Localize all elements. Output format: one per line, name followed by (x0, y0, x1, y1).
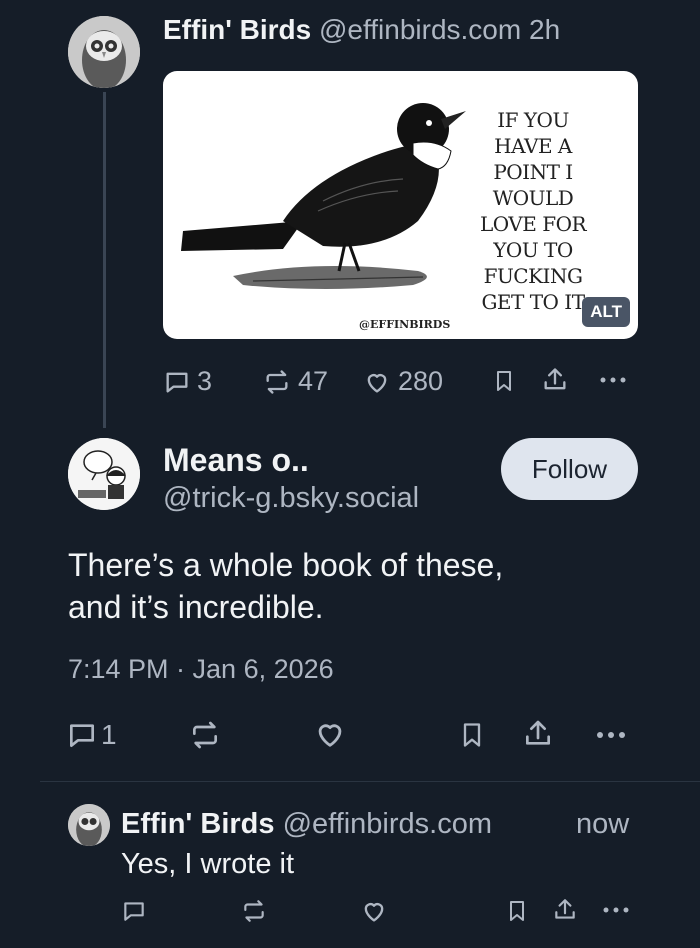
heart-icon (318, 724, 342, 747)
reply-button[interactable] (121, 898, 147, 924)
post-header: Effin' Birds @effinbirds.com (121, 808, 492, 841)
author-handle[interactable]: @trick-g.bsky.social (163, 482, 419, 515)
more-button[interactable] (598, 368, 628, 392)
post-body: There’s a whole book of these, and it’s … (68, 544, 503, 628)
author-name[interactable]: Effin' Birds (163, 14, 311, 45)
post-time: 2h (529, 14, 561, 45)
author-avatar[interactable] (68, 16, 140, 88)
repost-icon (244, 900, 264, 922)
repost-button[interactable] (240, 898, 268, 924)
share-icon (544, 368, 566, 390)
more-button[interactable] (601, 900, 631, 920)
repost-icon (193, 721, 217, 749)
reply-icon (166, 372, 188, 392)
share-icon (526, 720, 550, 745)
reply-button[interactable]: 3 (163, 366, 212, 397)
bookmark-button[interactable] (458, 719, 486, 751)
author-handle[interactable]: @effinbirds.com (319, 14, 521, 45)
reply-icon (124, 902, 144, 921)
owl-avatar-icon (68, 16, 140, 88)
bookmark-icon (463, 723, 481, 747)
share-button[interactable] (522, 718, 554, 750)
repost-count: 47 (298, 366, 329, 396)
bookmark-icon (497, 371, 511, 391)
repost-button[interactable] (188, 719, 222, 751)
share-button[interactable] (552, 897, 578, 923)
post-header: Effin' Birds @effinbirds.com 2h (163, 14, 560, 46)
heart-icon (367, 373, 387, 392)
author-avatar[interactable] (68, 804, 110, 846)
thread-line (103, 92, 106, 428)
owl-avatar-icon (68, 804, 110, 846)
bookmark-button[interactable] (505, 898, 529, 924)
image-watermark: @EFFINBIRDS (359, 318, 451, 331)
author-avatar[interactable] (68, 438, 140, 510)
reply-count: 1 (101, 719, 117, 750)
share-button[interactable] (541, 366, 569, 394)
like-button[interactable] (312, 717, 348, 751)
post-image[interactable]: IF YOU HAVE A POINT I WOULD LOVE FOR YOU… (163, 71, 638, 339)
post-body-line: and it’s incredible. (68, 589, 324, 625)
alt-badge[interactable]: ALT (582, 297, 630, 327)
more-icon (603, 907, 629, 913)
more-icon (600, 377, 626, 383)
post-body-line: There’s a whole book of these, (68, 547, 504, 583)
reply-count: 3 (197, 366, 213, 396)
like-count: 280 (398, 366, 444, 396)
heart-icon (364, 903, 384, 922)
more-button[interactable] (594, 723, 628, 747)
share-icon (555, 899, 575, 919)
post-time: now (576, 808, 630, 840)
meme-text: IF YOU HAVE A POINT I WOULD LOVE FOR YOU… (479, 108, 587, 314)
reply-icon (70, 724, 94, 747)
cartoon-avatar-icon (68, 438, 140, 510)
more-icon (597, 732, 625, 738)
bookmark-button[interactable] (492, 367, 516, 395)
post-timestamp[interactable]: 7:14 PM · Jan 6, 2026 (68, 654, 334, 685)
post-body: Yes, I wrote it (121, 848, 295, 880)
follow-button[interactable]: Follow (501, 438, 638, 500)
bookmark-icon (510, 901, 524, 921)
author-name[interactable]: Means o.. (163, 442, 309, 479)
like-button[interactable]: 280 (362, 366, 443, 397)
author-handle[interactable]: @effinbirds.com (283, 808, 492, 840)
like-button[interactable] (360, 897, 388, 925)
author-name[interactable]: Effin' Birds (121, 808, 275, 840)
repost-button[interactable]: 47 (262, 366, 328, 397)
divider (40, 781, 700, 782)
reply-button[interactable]: 1 (66, 719, 117, 751)
repost-icon (266, 369, 288, 394)
